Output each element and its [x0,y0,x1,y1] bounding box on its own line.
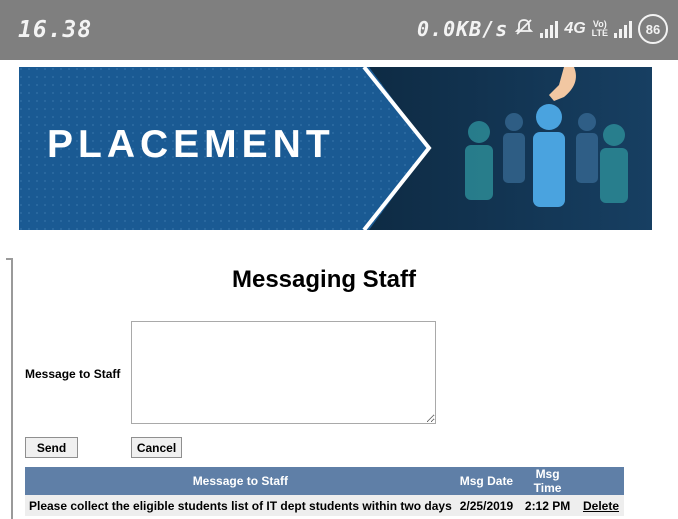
network-type: 4G [564,20,586,37]
header-date: Msg Date [455,467,518,495]
header-message: Message to Staff [25,467,456,495]
cell-time: 2:12 PM [517,495,578,516]
volte-icon: Vo) LTE [592,20,608,38]
mute-bell-icon [514,17,534,42]
send-button[interactable]: Send [25,437,78,458]
message-textarea[interactable] [131,321,436,424]
battery-icon: 86 [638,14,668,44]
signal-icon [540,20,559,38]
signal-icon-2 [614,20,632,38]
banner-title: PLACEMENT [47,123,335,166]
volte-line-2: LTE [591,28,608,38]
status-time: 16.38 [18,17,93,43]
frame-border [11,258,13,519]
messages-table: Message to Staff Msg Date Msg Time Pleas… [25,467,624,516]
header-time: Msg Time [517,467,578,495]
network-speed: 0.0KB/s [417,17,509,41]
cell-message: Please collect the eligible students lis… [25,495,456,516]
status-icons: 0.0KB/s 4G Vo) LTE 86 [417,14,668,44]
table-header-row: Message to Staff Msg Date Msg Time [25,467,624,495]
delete-link[interactable]: Delete [583,499,619,513]
placement-banner: PLACEMENT [19,67,652,230]
message-label: Message to Staff [25,367,121,381]
page-title: Messaging Staff [231,266,417,293]
status-bar: 16.38 0.0KB/s 4G Vo) LTE 86 [0,0,678,60]
cancel-button[interactable]: Cancel [131,437,182,458]
cell-date: 2/25/2019 [455,495,518,516]
header-action [578,467,624,495]
table-row: Please collect the eligible students lis… [25,495,624,516]
